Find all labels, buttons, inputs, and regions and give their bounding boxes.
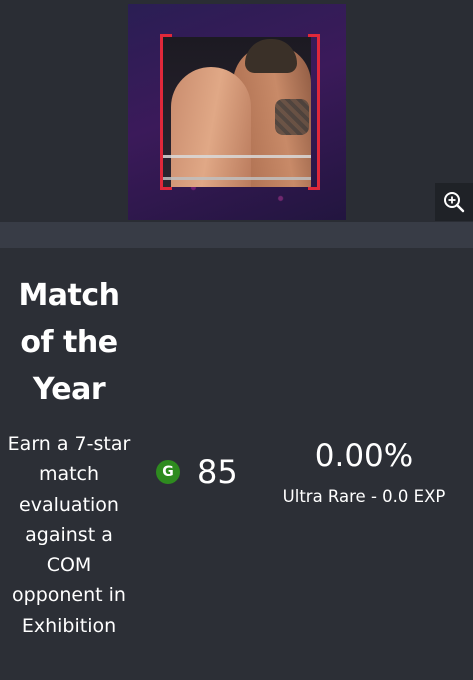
grade-points-value: 85 [197,453,238,491]
achievement-card: Match of the Year Earn a 7-star match ev… [0,0,473,680]
completion-percent: 0.00% [314,438,414,474]
zoom-in-icon [444,192,465,213]
zoom-button[interactable] [435,183,473,221]
grade-g-badge-icon: G [156,460,180,484]
grade-points: G 85 [156,452,238,492]
image-panel [0,0,473,222]
red-frame [160,34,320,190]
achievement-title: Match of the Year [18,278,120,407]
achievement-artwork [128,4,346,220]
rarity-label: Ultra Rare - 0.0 EXP [282,487,446,506]
separator-band [0,222,473,248]
achievement-description: Earn a 7-star match evaluation against a… [7,433,131,637]
